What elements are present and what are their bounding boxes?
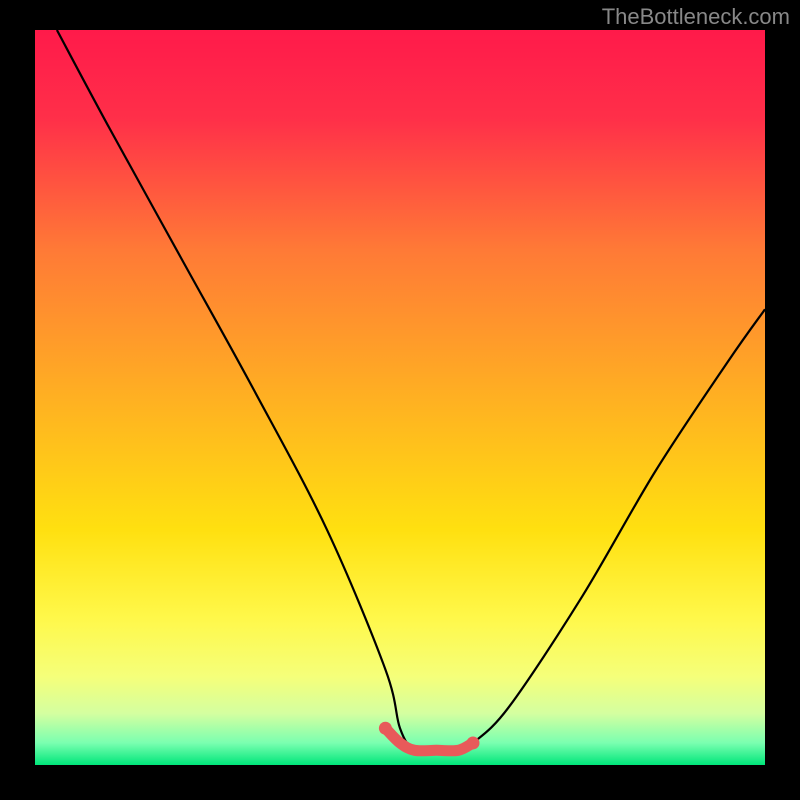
curve-overlay bbox=[35, 30, 765, 765]
watermark-text: TheBottleneck.com bbox=[602, 4, 790, 30]
bottleneck-curve bbox=[57, 30, 765, 752]
highlight-band bbox=[385, 728, 473, 751]
chart-plot-area bbox=[35, 30, 765, 765]
